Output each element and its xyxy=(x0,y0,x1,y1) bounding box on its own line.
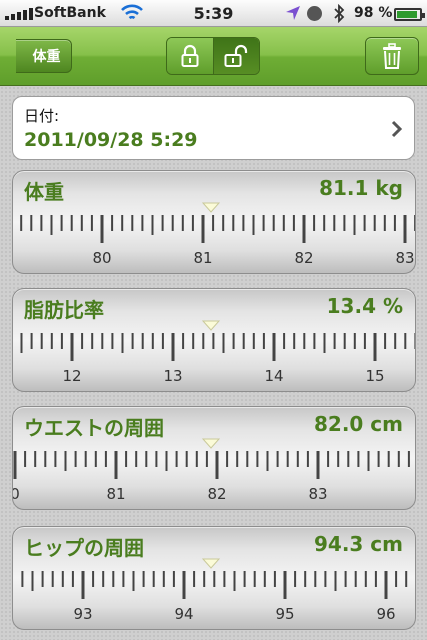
tick-label: 81 xyxy=(106,485,125,503)
tick-label: 80 xyxy=(92,249,111,267)
trash-icon xyxy=(383,43,401,69)
ruler-scale: 12 13 14 15 xyxy=(20,320,415,385)
battery-icon xyxy=(394,8,425,21)
tick-label: 81 xyxy=(193,249,212,267)
location-arrow-icon xyxy=(286,6,300,20)
date-label: 日付: xyxy=(24,107,60,125)
lock-button[interactable] xyxy=(167,38,214,74)
tick-label: 82 xyxy=(207,485,226,503)
lock-closed-icon xyxy=(181,44,199,67)
delete-button[interactable] xyxy=(365,37,419,75)
tick-label: 96 xyxy=(376,605,395,623)
pointer-triangle-icon xyxy=(201,438,221,449)
tick-label: 83 xyxy=(308,485,327,503)
tick-label: 12 xyxy=(62,367,81,385)
content-area: 日付: 2011/09/28 5:29 体重 81.1 kg 80 81 82 83 … xyxy=(0,86,427,640)
tick-label: 14 xyxy=(264,367,283,385)
status-bar: SoftBank 5:39 98 % xyxy=(0,0,427,27)
body-fat-slider[interactable]: 脂肪比率 13.4 % 12 13 14 15 xyxy=(12,288,416,392)
tick-label: 0 xyxy=(13,485,20,503)
hip-slider[interactable]: ヒップの周囲 94.3 cm 93 94 95 96 xyxy=(12,526,416,630)
tick-label: 83 xyxy=(395,249,414,267)
nav-bar: 体重 xyxy=(0,27,427,86)
battery-percent: 98 % xyxy=(354,5,393,21)
ruler-scale: 93 94 95 96 xyxy=(21,558,408,623)
pointer-triangle-icon xyxy=(201,320,221,331)
lock-open-icon xyxy=(224,44,248,67)
date-value: 2011/09/28 5:29 xyxy=(24,129,198,151)
alarm-clock-icon xyxy=(307,6,322,21)
pointer-triangle-icon xyxy=(201,558,221,569)
ruler-scale: 0 81 82 83 8 xyxy=(13,438,416,503)
tick-label: 15 xyxy=(365,367,384,385)
tick-label: 94 xyxy=(174,605,193,623)
lock-segmented-control xyxy=(166,37,260,75)
unlock-button[interactable] xyxy=(213,38,259,74)
ruler-scale: 80 81 82 83 xyxy=(20,202,415,267)
date-row[interactable]: 日付: 2011/09/28 5:29 xyxy=(12,96,415,160)
tick-label: 13 xyxy=(163,367,182,385)
waist-slider[interactable]: ウエストの周囲 82.0 cm 08182838 xyxy=(12,406,416,510)
tick-label: 95 xyxy=(275,605,294,623)
pointer-triangle-icon xyxy=(201,202,221,213)
tick-label: 82 xyxy=(294,249,313,267)
bluetooth-icon xyxy=(334,4,345,23)
tick-label: 93 xyxy=(73,605,92,623)
back-button[interactable]: 体重 xyxy=(16,39,72,73)
back-button-label: 体重 xyxy=(32,49,61,65)
weight-slider[interactable]: 体重 81.1 kg 80 81 82 83 xyxy=(12,170,416,274)
tick-label: 8 xyxy=(414,485,416,503)
chevron-right-icon xyxy=(391,120,403,138)
